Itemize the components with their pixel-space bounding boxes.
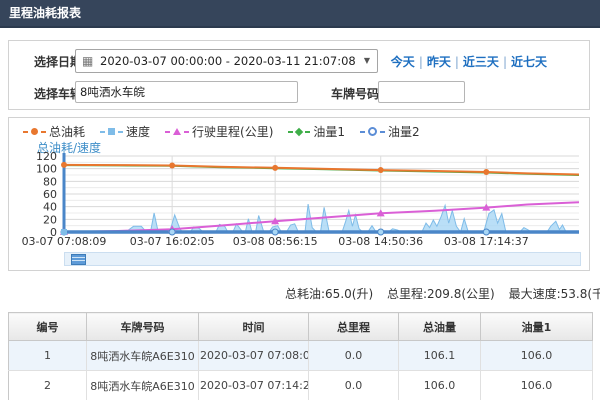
filter-panel: 选择日期 ▦ 2020-03-07 00:00:00 - 2020-03-11 … bbox=[8, 40, 590, 110]
title-bar: 里程油耗报表 bbox=[0, 0, 600, 28]
column-header-1: 车牌号码 bbox=[87, 313, 199, 341]
legend-label: 总油耗 bbox=[49, 123, 85, 140]
quick-link-0[interactable]: 今天 bbox=[391, 55, 415, 69]
column-header-3: 总里程 bbox=[309, 313, 399, 341]
page-title: 里程油耗报表 bbox=[0, 0, 600, 26]
table-row: 18吨洒水车皖A6E3102020-03-07 07:08:090.0106.1… bbox=[9, 341, 593, 371]
table-cell: 1 bbox=[9, 341, 87, 371]
link-separator: | bbox=[455, 55, 459, 69]
chart-panel: 总油耗速度行驶里程(公里)油量1油量2 总油耗/速度 0204060801001… bbox=[8, 117, 590, 271]
table-cell: 2020-03-07 07:08:09 bbox=[199, 341, 309, 371]
column-header-5: 油量1 bbox=[481, 313, 593, 341]
quick-link-3[interactable]: 近七天 bbox=[511, 55, 547, 69]
chart-scrollbar-handle[interactable] bbox=[71, 254, 86, 265]
calendar-icon: ▦ bbox=[82, 53, 93, 69]
fuel-speed-chart: 02040608010012003-07 07:08:0903-07 16:02… bbox=[9, 142, 589, 252]
link-separator: | bbox=[419, 55, 423, 69]
legend-item-1[interactable]: 速度 bbox=[100, 123, 150, 140]
table-row: 28吨洒水车皖A6E3102020-03-07 07:14:250.0106.0… bbox=[9, 371, 593, 400]
svg-text:60: 60 bbox=[43, 188, 57, 201]
total-mileage-summary: 总里程:209.8(公里) bbox=[387, 287, 495, 301]
table-cell: 106.0 bbox=[399, 371, 481, 400]
legend-dash bbox=[305, 131, 310, 133]
legend-dash bbox=[118, 131, 123, 133]
table-cell: 8吨洒水车皖A6E310 bbox=[87, 371, 199, 400]
vehicle-input[interactable] bbox=[75, 81, 298, 103]
legend-dash bbox=[100, 131, 105, 133]
triangle-marker-icon bbox=[173, 128, 181, 135]
svg-text:40: 40 bbox=[43, 201, 57, 214]
legend-dash bbox=[380, 131, 385, 133]
table-cell: 2 bbox=[9, 371, 87, 400]
svg-text:03-08 17:14:37: 03-08 17:14:37 bbox=[444, 235, 529, 248]
date-range-value: 2020-03-07 00:00:00 - 2020-03-11 21:07:0… bbox=[100, 54, 356, 68]
svg-text:100: 100 bbox=[36, 163, 57, 176]
column-header-2: 时间 bbox=[199, 313, 309, 341]
legend-label: 行驶里程(公里) bbox=[192, 123, 273, 140]
table-cell: 106.0 bbox=[481, 341, 593, 371]
report-summary: 总耗油:65.0(升) 总里程:209.8(公里) 最大速度:53.8(千米/小 bbox=[285, 285, 600, 302]
legend-item-4[interactable]: 油量2 bbox=[360, 123, 420, 140]
quick-date-links: 今天 | 昨天 | 近三天 | 近七天 bbox=[391, 53, 547, 70]
legend-dash bbox=[165, 131, 170, 133]
table-cell: 8吨洒水车皖A6E310 bbox=[87, 341, 199, 371]
legend-dash bbox=[41, 131, 46, 133]
column-header-4: 总油量 bbox=[399, 313, 481, 341]
legend-item-2[interactable]: 行驶里程(公里) bbox=[165, 123, 273, 140]
svg-text:120: 120 bbox=[36, 150, 57, 163]
max-speed-summary: 最大速度:53.8(千米/小 bbox=[509, 287, 600, 301]
quick-link-1[interactable]: 昨天 bbox=[427, 55, 451, 69]
table-header-row: 编号车牌号码时间总里程总油量油量1 bbox=[9, 313, 593, 341]
chart-legend: 总油耗 速度 行驶里程(公里) 油量1 油量2 bbox=[23, 123, 420, 140]
svg-text:03-07 16:02:05: 03-07 16:02:05 bbox=[130, 235, 215, 248]
legend-dash bbox=[23, 131, 28, 133]
legend-dash bbox=[184, 131, 189, 133]
svg-text:03-07 07:08:09: 03-07 07:08:09 bbox=[22, 235, 107, 248]
table-cell: 2020-03-07 07:14:25 bbox=[199, 371, 309, 400]
legend-dash bbox=[288, 131, 293, 133]
diamond-marker-icon bbox=[295, 127, 303, 135]
svg-text:80: 80 bbox=[43, 175, 57, 188]
table-cell: 0.0 bbox=[309, 341, 399, 371]
quick-link-2[interactable]: 近三天 bbox=[463, 55, 499, 69]
column-header-0: 编号 bbox=[9, 313, 87, 341]
plate-input[interactable] bbox=[378, 81, 465, 103]
link-separator: | bbox=[503, 55, 507, 69]
legend-dash bbox=[360, 131, 365, 133]
svg-text:03-08 08:56:15: 03-08 08:56:15 bbox=[233, 235, 318, 248]
table-cell: 106.1 bbox=[399, 341, 481, 371]
table-cell: 0.0 bbox=[309, 371, 399, 400]
date-range-select[interactable]: ▦ 2020-03-07 00:00:00 - 2020-03-11 21:07… bbox=[75, 49, 378, 73]
legend-label: 油量2 bbox=[388, 123, 420, 140]
legend-label: 速度 bbox=[126, 123, 150, 140]
total-fuel-summary: 总耗油:65.0(升) bbox=[285, 287, 373, 301]
circle-open-marker-icon bbox=[368, 127, 377, 136]
square-marker-icon bbox=[108, 128, 115, 135]
legend-label: 油量1 bbox=[313, 123, 345, 140]
chevron-down-icon: ▼ bbox=[364, 56, 370, 65]
chart-scrollbar-track[interactable] bbox=[64, 252, 581, 266]
report-table: 编号车牌号码时间总里程总油量油量1 18吨洒水车皖A6E3102020-03-0… bbox=[8, 312, 593, 400]
legend-item-0[interactable]: 总油耗 bbox=[23, 123, 85, 140]
legend-item-3[interactable]: 油量1 bbox=[288, 123, 345, 140]
table-cell: 106.0 bbox=[481, 371, 593, 400]
svg-text:03-08 14:50:36: 03-08 14:50:36 bbox=[338, 235, 423, 248]
report-page: 里程油耗报表 选择日期 ▦ 2020-03-07 00:00:00 - 2020… bbox=[0, 0, 600, 400]
plate-label: 车牌号码 bbox=[331, 85, 379, 102]
circle-marker-icon bbox=[31, 128, 38, 135]
svg-text:20: 20 bbox=[43, 213, 57, 226]
